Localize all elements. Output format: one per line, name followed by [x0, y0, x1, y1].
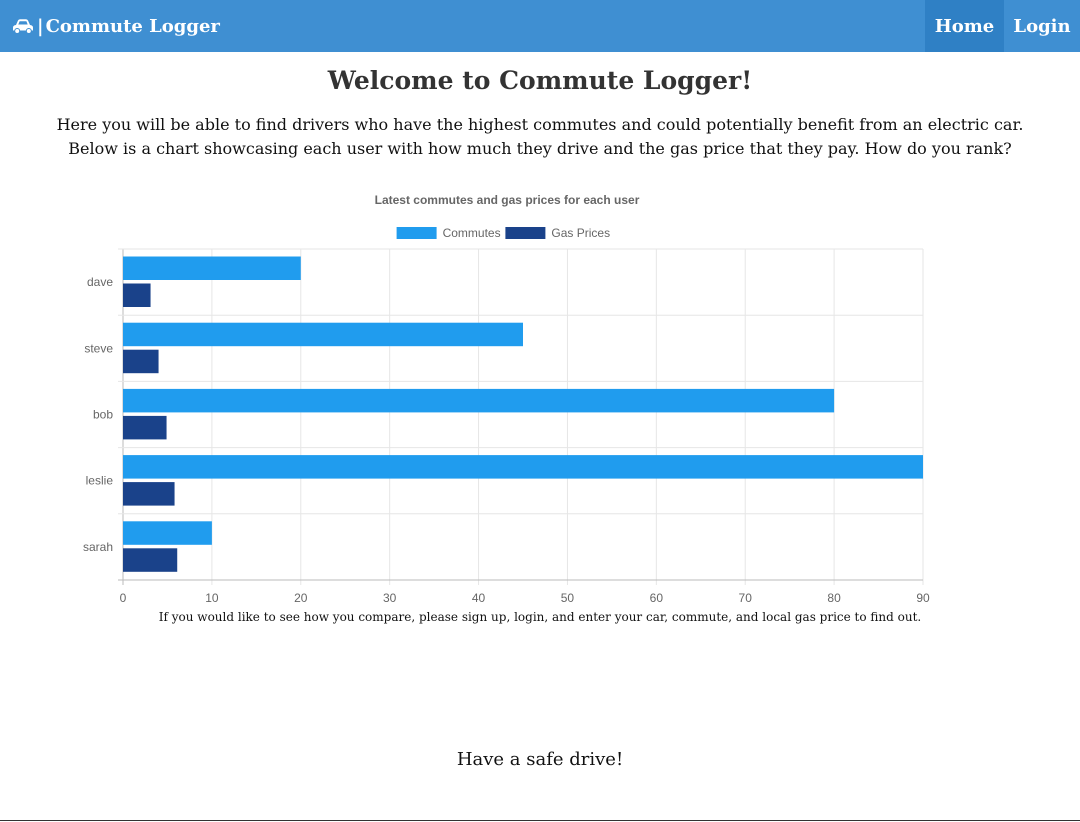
bar-commutes-bob: [123, 388, 835, 413]
y-label-steve: steve: [84, 341, 113, 355]
x-tick-label-10: 10: [205, 591, 219, 605]
bar-gas-prices-steve: [123, 349, 159, 374]
legend-label-commutes: Commutes: [443, 226, 501, 240]
x-tick-label-50: 50: [561, 591, 575, 605]
x-tick-label-60: 60: [650, 591, 664, 605]
y-label-dave: dave: [87, 275, 113, 289]
x-tick-label-40: 40: [472, 591, 486, 605]
chart-bars: [123, 256, 923, 572]
x-tick-label-20: 20: [294, 591, 308, 605]
nav-links: Home Login: [925, 0, 1080, 52]
bar-gas-prices-dave: [123, 283, 151, 307]
bar-gas-prices-bob: [123, 415, 167, 440]
brand-link[interactable]: | Commute Logger: [0, 0, 220, 52]
intro-text: Here you will be able to find drivers wh…: [0, 113, 1080, 161]
farewell-text: Have a safe drive!: [456, 749, 624, 770]
intro-line-1: Here you will be able to find drivers wh…: [56, 115, 1024, 134]
chart-title: Latest commutes and gas prices for each …: [375, 193, 640, 207]
intro-line-2: Below is a chart showcasing each user wi…: [68, 139, 1012, 158]
bar-commutes-dave: [123, 256, 301, 280]
x-tick-label-90: 90: [916, 591, 930, 605]
x-tick-label-0: 0: [120, 591, 127, 605]
chart-legend: Commutes Gas Prices: [396, 226, 610, 240]
bar-commutes-steve: [123, 322, 523, 347]
bar-commutes-leslie: [123, 455, 923, 479]
legend-label-gas-prices: Gas Prices: [551, 226, 610, 240]
y-label-sarah: sarah: [83, 540, 113, 554]
legend-swatch-gas-prices: [505, 227, 546, 239]
page-title: Welcome to Commute Logger!: [327, 66, 753, 95]
nav-login-link[interactable]: Login: [1004, 0, 1080, 52]
nav-home-link[interactable]: Home: [925, 0, 1004, 52]
chart-x-labels: 0 10 20 30 40 50 60 70 80 90: [120, 591, 930, 605]
x-tick-label-80: 80: [827, 591, 841, 605]
chart-grid: [118, 248, 924, 585]
footnote-text: If you would like to see how you compare…: [158, 610, 922, 624]
brand-separator: |: [37, 15, 44, 37]
navbar: | Commute Logger Home Login: [0, 0, 1080, 52]
y-label-leslie: leslie: [86, 474, 114, 488]
bar-gas-prices-sarah: [123, 548, 178, 572]
bar-commutes-sarah: [123, 521, 212, 545]
bottom-divider: [0, 820, 1080, 821]
legend-swatch-commutes: [396, 227, 437, 239]
bar-gas-prices-leslie: [123, 482, 175, 506]
car-icon: [13, 19, 33, 34]
x-tick-label-30: 30: [383, 591, 397, 605]
y-label-bob: bob: [93, 408, 113, 422]
chart-y-labels: dave steve bob leslie sarah: [83, 275, 113, 554]
brand-label: Commute Logger: [45, 15, 220, 37]
x-tick-label-70: 70: [739, 591, 753, 605]
commute-chart: Latest commutes and gas prices for each …: [83, 193, 930, 605]
